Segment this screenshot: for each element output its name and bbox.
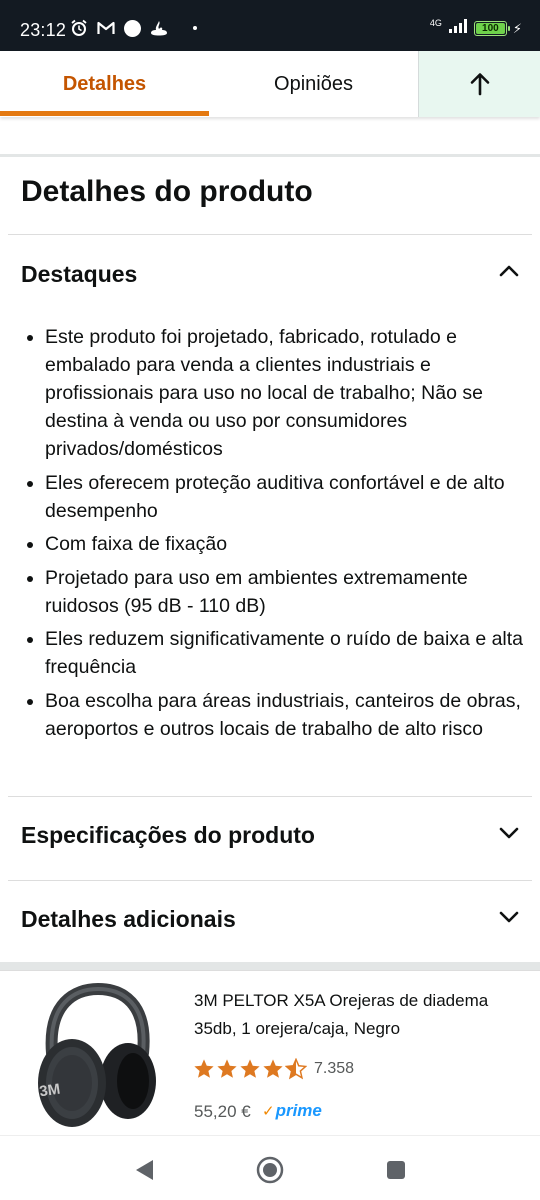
recents-icon[interactable] [382, 1156, 410, 1184]
tab-reviews-label: Opiniões [274, 72, 353, 95]
list-item: Boa escolha para áreas industriais, cant… [25, 687, 525, 743]
list-item: Eles reduzem significativamente o ruído … [25, 625, 525, 681]
page-title: Detalhes do produto [21, 175, 313, 208]
battery-icon: 100 [473, 21, 510, 36]
prime-label: prime [275, 1101, 322, 1120]
star-icon [217, 1059, 237, 1078]
star-rating: 7.358 [193, 1058, 354, 1080]
status-time: 23:12 [20, 20, 67, 40]
divider [8, 880, 532, 881]
dot-icon [193, 26, 197, 30]
additional-details-accordion-header[interactable]: Detalhes adicionais [0, 884, 540, 954]
product-logo: 3M [38, 1081, 61, 1101]
specs-title: Especificações do produto [21, 822, 315, 848]
divider [8, 234, 532, 235]
list-item: Com faixa de fixação [25, 530, 525, 558]
star-icon [263, 1059, 283, 1078]
list-item: Eles oferecem proteção auditiva confortá… [25, 469, 525, 525]
chevron-down-icon [498, 822, 520, 844]
gmail-icon [97, 19, 115, 37]
system-navigation-bar [0, 1135, 540, 1200]
tab-bar: Detalhes Opiniões [0, 51, 540, 117]
section-divider [0, 154, 540, 157]
highlights-list: Este produto foi projetado, fabricado, r… [25, 323, 525, 748]
product-image: 3M [38, 983, 156, 1127]
network-type: 4G [429, 17, 442, 28]
battery-level: 100 [482, 23, 499, 34]
status-system-icons: 4G 100 ⚡ [429, 17, 522, 38]
tab-reviews[interactable]: Opiniões [209, 51, 418, 117]
tab-details[interactable]: Detalhes [0, 51, 209, 117]
additional-details-title: Detalhes adicionais [21, 906, 236, 932]
star-half-icon [285, 1058, 307, 1080]
highlights-title: Destaques [21, 261, 138, 287]
signal-icon [448, 19, 468, 38]
arrow-up-icon [470, 73, 489, 96]
star-icon [240, 1059, 260, 1078]
section-divider [0, 962, 540, 970]
active-tab-indicator [0, 111, 209, 116]
status-notification-icons [70, 19, 197, 37]
product-title[interactable]: 3M PELTOR X5A Orejeras de diadema 35db, … [194, 987, 514, 1043]
product-card[interactable]: 3M 3M PELTOR X5A Orejeras de diadema 35d… [0, 970, 540, 1135]
tab-details-label: Detalhes [62, 72, 147, 95]
back-icon[interactable] [130, 1156, 158, 1184]
charging-icon: ⚡ [512, 20, 522, 36]
santander-icon [150, 19, 168, 37]
highlights-accordion-header[interactable]: Destaques [0, 240, 540, 310]
prime-check-icon: ✓ [262, 1103, 275, 1120]
list-item: Projetado para uso em ambientes extremam… [25, 564, 525, 620]
circle-icon [124, 19, 141, 37]
divider [8, 796, 532, 797]
chevron-up-icon [498, 260, 520, 282]
scroll-to-top-button[interactable] [418, 51, 540, 117]
specs-accordion-header[interactable]: Especificações do produto [0, 800, 540, 870]
star-icon [194, 1059, 214, 1078]
home-icon[interactable] [256, 1156, 284, 1184]
rating-count: 7.358 [314, 1060, 355, 1077]
alarm-icon [70, 19, 88, 37]
product-price: 55,20 € [194, 1102, 251, 1121]
prime-badge: ✓ prime [262, 1101, 322, 1121]
status-bar: 23:12 4G 100 ⚡ [0, 0, 540, 51]
list-item: Este produto foi projetado, fabricado, r… [25, 323, 525, 463]
chevron-down-icon [498, 906, 520, 928]
